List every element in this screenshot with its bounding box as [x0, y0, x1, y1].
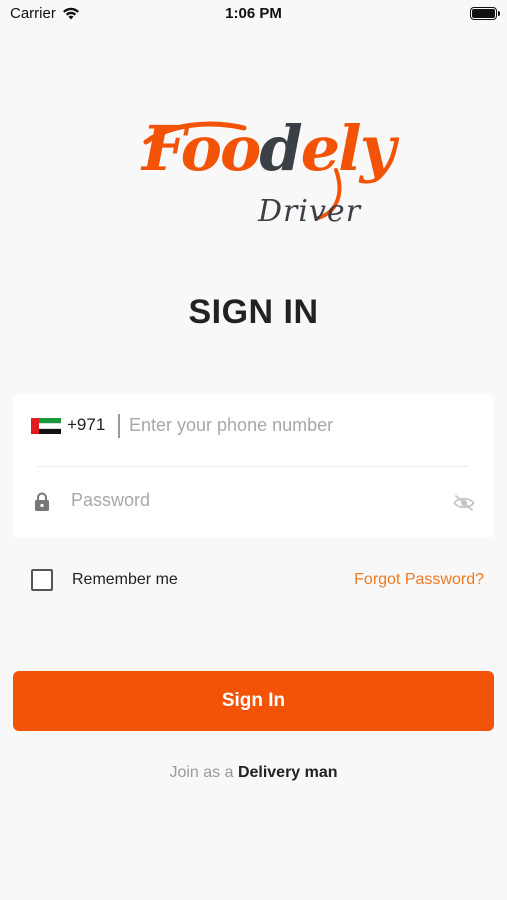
logo-part-2: d — [259, 112, 302, 185]
battery-level — [472, 9, 495, 18]
logo-subtitle: Driver — [258, 194, 362, 229]
logo-part-3: ely — [300, 112, 396, 185]
password-input[interactable] — [71, 483, 441, 517]
phone-input[interactable] — [129, 408, 479, 442]
country-code[interactable]: +971 — [67, 415, 105, 435]
status-time: 1:06 PM — [225, 5, 282, 22]
join-row: Join as a Delivery man — [0, 764, 507, 782]
status-bar: Carrier 1:06 PM — [0, 0, 507, 28]
country-code-divider — [118, 414, 120, 438]
remember-me-label[interactable]: Remember me — [72, 571, 178, 589]
page-title: SIGN IN — [188, 293, 319, 331]
logo-wordmark: Foodely — [142, 112, 396, 185]
forgot-password-link[interactable]: Forgot Password? — [354, 571, 484, 589]
battery-icon — [470, 7, 500, 20]
eye-off-icon[interactable] — [453, 494, 475, 512]
phone-row: +971 — [13, 394, 494, 466]
uae-flag-icon[interactable] — [31, 418, 61, 434]
remember-me-checkbox[interactable] — [31, 569, 53, 591]
logo-part-1: Foo — [142, 112, 261, 185]
join-prefix: Join as a — [169, 764, 238, 781]
password-row — [13, 467, 494, 538]
delivery-man-link[interactable]: Delivery man — [238, 764, 338, 781]
foodely-driver-logo: Foodely Driver — [140, 112, 396, 242]
lock-icon — [35, 492, 49, 511]
login-form-card: +971 — [13, 394, 494, 538]
sign-in-button[interactable]: Sign In — [13, 671, 494, 731]
